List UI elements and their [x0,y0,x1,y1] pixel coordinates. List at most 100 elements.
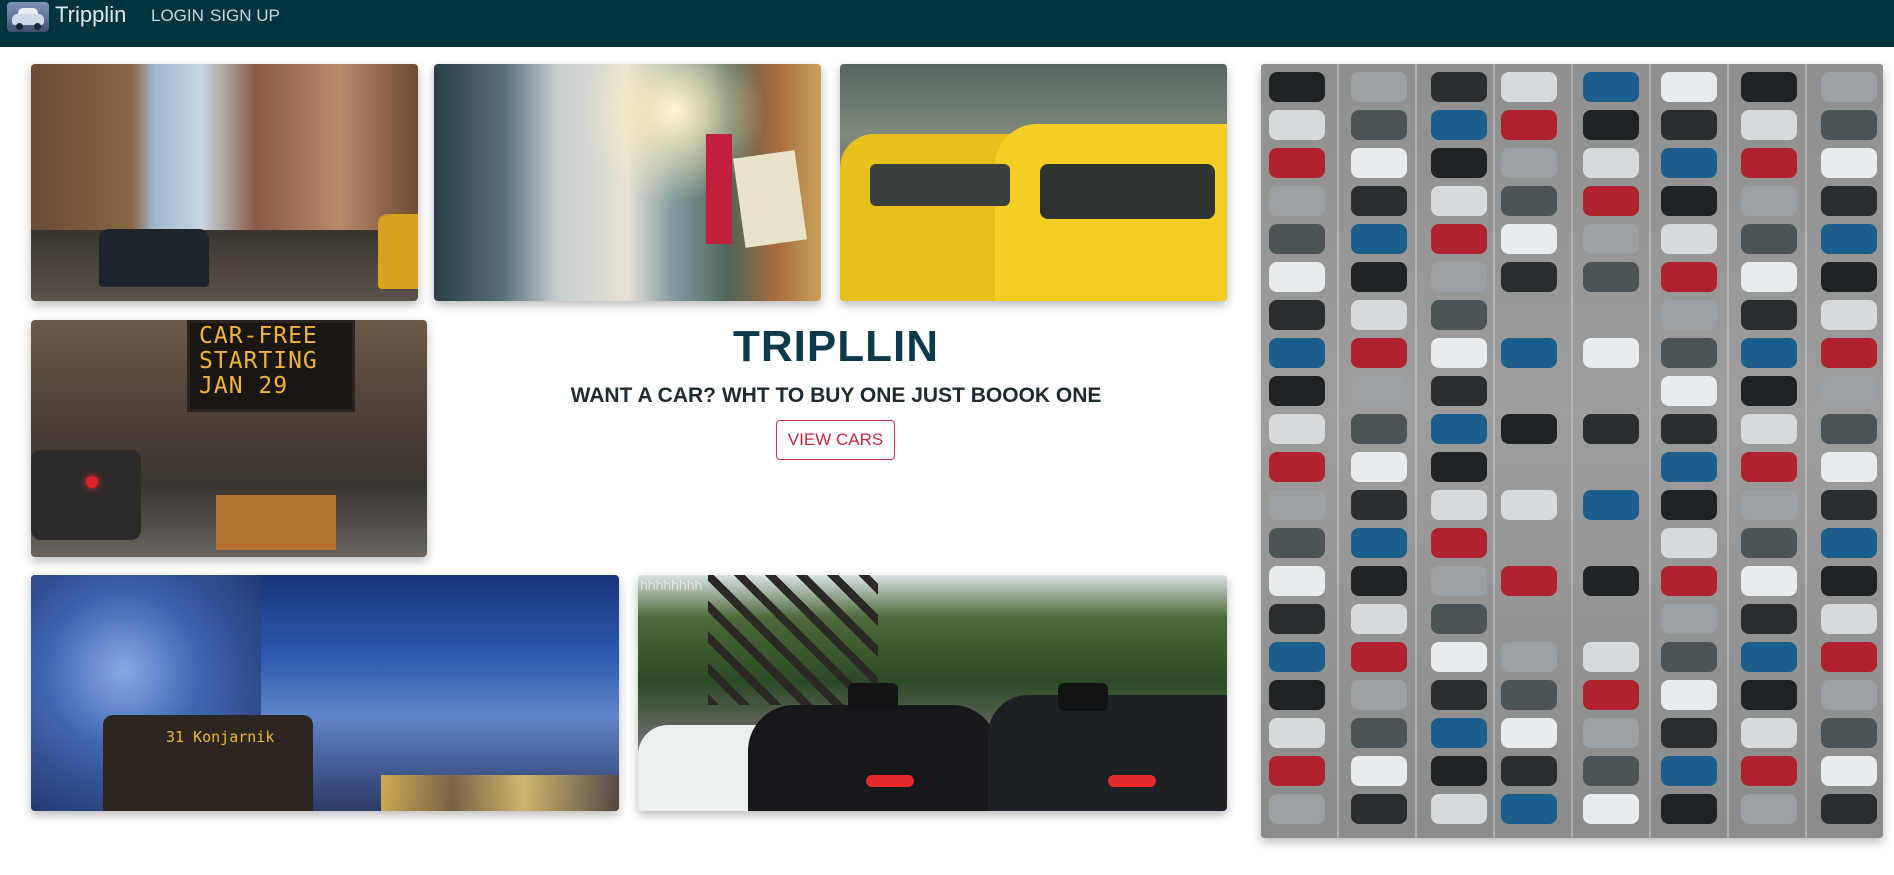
parked-car [1501,186,1557,216]
parked-car [1501,72,1557,102]
parked-car [1741,338,1797,368]
parked-car [1741,718,1797,748]
parked-car [1351,756,1407,786]
parked-car [1583,224,1639,254]
parked-car [1741,72,1797,102]
parked-car [1431,110,1487,140]
top-navbar: Tripplin LOGIN SIGN UP [0,0,1894,47]
parked-car [1741,794,1797,824]
view-cars-button[interactable]: VIEW CARS [776,420,895,460]
parked-car [1661,110,1717,140]
parked-car [1821,262,1877,292]
parked-car [1821,110,1877,140]
signup-link[interactable]: SIGN UP [210,6,280,26]
parked-car [1351,680,1407,710]
parked-car [1269,224,1325,254]
login-link[interactable]: LOGIN [151,6,204,26]
parked-car [1583,490,1639,520]
parked-car [1821,680,1877,710]
parked-car [1741,642,1797,672]
parked-car [1661,338,1717,368]
parked-car [1501,262,1557,292]
parked-car [1431,338,1487,368]
self-driving-cars-image: hhhhhhhh [638,575,1227,811]
parked-car [1661,300,1717,330]
parked-car [1269,262,1325,292]
parked-car [1351,718,1407,748]
bus-destination-sign: 31 Konjarnik [166,728,275,746]
parked-car [1431,186,1487,216]
parked-car [1821,338,1877,368]
parked-car [1351,452,1407,482]
parked-car [1431,528,1487,558]
parked-car [1431,490,1487,520]
car-logo-icon[interactable] [7,2,49,32]
parked-car [1661,566,1717,596]
parked-car [1269,642,1325,672]
parked-car [1661,262,1717,292]
parked-car [1351,186,1407,216]
hero-subtitle: WANT A CAR? WHT TO BUY ONE JUST BOOOK ON… [570,384,1102,407]
parked-car [1741,452,1797,482]
parked-car [1583,566,1639,596]
parked-car [1821,414,1877,444]
parked-car [1431,718,1487,748]
parked-car [1269,148,1325,178]
parked-car [1661,680,1717,710]
parked-car [1351,224,1407,254]
parked-car [1583,110,1639,140]
parked-car [1431,72,1487,102]
parked-car [1741,604,1797,634]
parked-car [1351,300,1407,330]
parked-car [1741,490,1797,520]
parked-car [1821,186,1877,216]
parked-car [1269,680,1325,710]
parked-car [1583,718,1639,748]
parked-car [1661,718,1717,748]
parked-car [1821,452,1877,482]
parked-car [1501,794,1557,824]
parked-car [1431,452,1487,482]
parked-car [1741,262,1797,292]
parked-car [1583,72,1639,102]
parked-car [1821,376,1877,406]
parked-car [1501,110,1557,140]
parked-car [1821,528,1877,558]
parked-car [1351,794,1407,824]
parked-car [1661,72,1717,102]
parked-car [1501,718,1557,748]
parked-car [1661,604,1717,634]
brand-name[interactable]: Tripplin [55,2,126,28]
parked-car [1431,642,1487,672]
parked-car [1269,718,1325,748]
parked-car [1821,72,1877,102]
parked-car [1269,528,1325,558]
parked-car [1431,262,1487,292]
parked-car [1351,376,1407,406]
parked-car [1821,490,1877,520]
parked-car [1501,224,1557,254]
parked-car [1821,604,1877,634]
city-street-image [31,64,418,301]
parked-car [1501,756,1557,786]
parked-car [1583,642,1639,672]
parked-car [1583,414,1639,444]
parked-car [1431,604,1487,634]
parked-car [1431,756,1487,786]
parked-car [1741,376,1797,406]
parked-car [1269,452,1325,482]
parked-car [1821,224,1877,254]
parked-car [1583,262,1639,292]
parked-car [1351,414,1407,444]
parked-car [1351,528,1407,558]
parked-car [1661,376,1717,406]
parked-car [1351,262,1407,292]
parked-car [1661,414,1717,444]
parked-car [1501,566,1557,596]
parked-car [1351,110,1407,140]
parked-car [1431,224,1487,254]
parked-car [1821,794,1877,824]
hero-title: TRIPLLIN [733,322,939,371]
parked-car [1821,566,1877,596]
parked-car [1431,680,1487,710]
